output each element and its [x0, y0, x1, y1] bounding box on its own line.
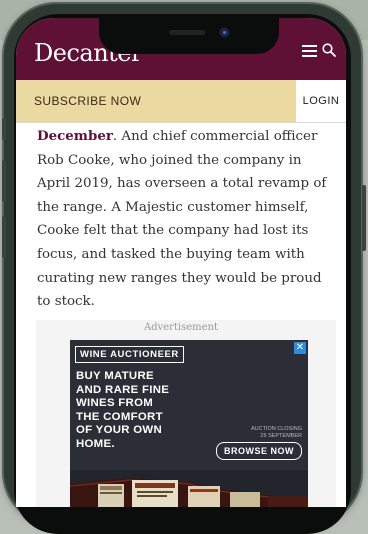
- phone-screen: Decanter SUBSCRIBE NOW LOGIN December. A…: [16, 18, 346, 507]
- phone-camera: [220, 28, 229, 37]
- hamburger-menu-icon[interactable]: [302, 45, 317, 57]
- article-lead-link[interactable]: December: [37, 128, 113, 144]
- subscribe-bar: SUBSCRIBE NOW LOGIN: [16, 80, 346, 123]
- ad-auction-closing-text: AUCTION CLOSING 25 SEPTEMBER: [250, 426, 302, 439]
- ad-close-icon[interactable]: ✕: [294, 342, 306, 354]
- phone-notch: [99, 18, 279, 54]
- phone-volume-down-button: [2, 216, 6, 258]
- subscribe-now-link[interactable]: SUBSCRIBE NOW: [34, 94, 141, 108]
- advertisement-label: Advertisement: [143, 322, 219, 333]
- ad-brand-logo: WINE AUCTIONEER: [75, 346, 184, 363]
- ad-headline: BUY MATURE AND RARE FINE WINES FROM THE …: [76, 370, 170, 450]
- login-button[interactable]: LOGIN: [296, 80, 346, 122]
- phone-volume-up-button: [2, 160, 6, 202]
- wine-bottles-image: [70, 470, 308, 507]
- article-body-text: . And chief commercial officer Rob Cooke…: [37, 129, 327, 310]
- ad-banner[interactable]: ✕ WINE AUCTIONEER BUY MATURE AND RARE FI…: [70, 340, 308, 507]
- article-paragraph: December. And chief commercial officer R…: [37, 125, 337, 314]
- phone-speaker: [169, 30, 205, 35]
- ad-browse-now-button[interactable]: BROWSE NOW: [216, 442, 302, 460]
- search-icon[interactable]: [322, 43, 336, 57]
- phone-side-button: [2, 118, 6, 140]
- phone-power-button: [362, 185, 366, 251]
